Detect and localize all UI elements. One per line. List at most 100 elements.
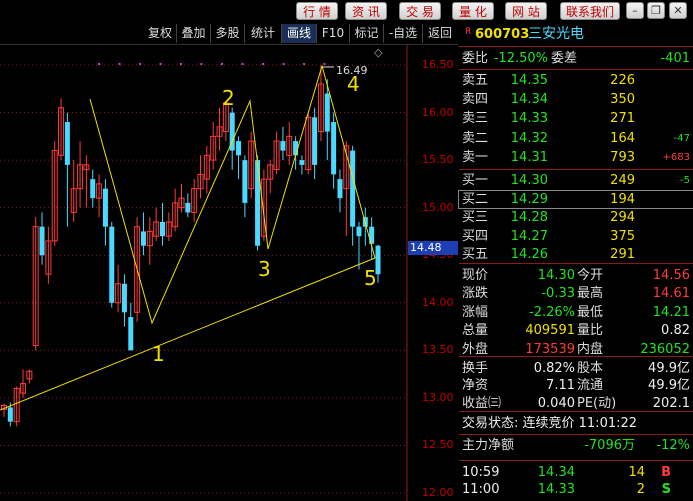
- nav-trade-button[interactable]: 交 易: [399, 2, 441, 20]
- tick-time: 10:59: [462, 465, 500, 480]
- stat-row: 涨幅 -2.26% 最低 14.21: [459, 304, 693, 321]
- toolbar-back[interactable]: 返回: [423, 24, 457, 43]
- candle-body: [324, 93, 330, 132]
- toolbar-fuquan[interactable]: 复权: [144, 24, 177, 43]
- stat-row: 现价 14.30 今开 14.56: [459, 267, 693, 284]
- buy-level-price: 14.29: [510, 191, 548, 207]
- candle-body: [109, 226, 115, 303]
- diamond-icon[interactable]: ◇: [374, 46, 382, 59]
- buy-level-volume: 249: [610, 173, 635, 188]
- current-price-label: 14.48: [408, 241, 458, 255]
- sell-level-row[interactable]: 卖二 14.32 164 -47: [459, 130, 693, 147]
- support-trendline: [0, 257, 376, 411]
- stat-label-left: 总量: [462, 323, 489, 339]
- nav-website-button[interactable]: 网 站: [505, 2, 547, 20]
- divider: [459, 460, 693, 461]
- ratio-label: 委比: [462, 51, 489, 66]
- buy-level-label: 买四: [462, 228, 489, 244]
- buy-level-row[interactable]: 买四 14.27 375: [459, 228, 693, 245]
- buy-level-label: 买五: [462, 247, 489, 263]
- tick-side: B: [661, 465, 671, 480]
- sell-level-label: 卖五: [462, 73, 489, 88]
- sell-level-row[interactable]: 卖三 14.33 271: [459, 110, 693, 127]
- tick-volume: 2: [636, 482, 645, 497]
- candle-body: [356, 226, 362, 237]
- nav-contact-button[interactable]: 联系我们: [560, 2, 620, 20]
- marker-dot: [98, 63, 100, 65]
- candle-body: [159, 221, 165, 237]
- buy-level-row[interactable]: 买二 14.29 194: [458, 189, 693, 209]
- kline-chart[interactable]: 16.5016.0015.5015.0014.5014.0013.5013.00…: [0, 44, 458, 501]
- stat-label-right: 流通: [577, 378, 604, 394]
- stat-row: 收益㈢ 0.040 PE(动) 202.1: [459, 395, 693, 412]
- price-axis-tick: 13.00: [422, 390, 454, 404]
- wave-label-1: 1: [152, 342, 165, 366]
- price-axis-tick: 15.50: [422, 153, 454, 167]
- candle-body: [299, 160, 305, 165]
- marker-dot: [241, 63, 244, 65]
- ratio-value: -12.50%: [493, 51, 548, 66]
- stat-label-left: 换手: [462, 361, 489, 376]
- buy-level-row[interactable]: 买五 14.26 291: [459, 246, 693, 263]
- tick-row: 10:59 14.34 14 B: [459, 464, 693, 481]
- sell-level-row[interactable]: 卖五 14.35 226: [459, 72, 693, 89]
- stat-row: 换手 0.82% 股本 49.9亿: [459, 360, 693, 377]
- stat-value-left: -2.26%: [529, 304, 575, 320]
- divider: [459, 69, 693, 70]
- candle-body: [90, 179, 96, 199]
- stat-value-right: 49.9亿: [648, 361, 690, 376]
- tick-time: 11:00: [462, 482, 500, 497]
- toolbar-mark[interactable]: 标记: [350, 24, 384, 43]
- price-axis-tick: 13.50: [422, 343, 454, 357]
- marker-dot: [221, 63, 223, 65]
- sell-level-volume: 271: [610, 111, 635, 127]
- sell-level-row[interactable]: 卖一 14.31 793 +683: [459, 149, 693, 166]
- candle-body: [39, 226, 45, 256]
- price-axis-tick: 16.00: [422, 105, 454, 119]
- stat-value-left: 7.11: [546, 378, 575, 394]
- stat-label-right: PE(动): [577, 395, 617, 411]
- tick-row: 11:00 14.33 2 S: [459, 481, 693, 498]
- quote-panel: R 600703 三安光电 委比 -12.50% 委差 -401 卖五 14.35…: [458, 23, 693, 501]
- buy-level-volume: 291: [610, 247, 635, 263]
- sell-level-change: -47: [673, 132, 690, 144]
- stat-value-left: 14.30: [537, 268, 575, 283]
- candle-body: [140, 231, 146, 246]
- toolbar-overlay[interactable]: 叠加: [177, 24, 211, 43]
- buy-level-label: 买二: [462, 191, 489, 207]
- toolbar-multi-stock[interactable]: 多股: [211, 24, 245, 43]
- restore-icon[interactable]: ❐: [647, 2, 665, 19]
- buy-level-row[interactable]: 买三 14.28 294: [459, 209, 693, 226]
- diff-label: 委差: [551, 51, 578, 66]
- toolbar-f10[interactable]: F10: [317, 24, 350, 43]
- price-axis-tick: 16.50: [422, 58, 454, 71]
- sell-level-row[interactable]: 卖四 14.34 350: [459, 91, 693, 108]
- divider: [459, 411, 693, 412]
- stat-value-left: 0.040: [537, 395, 575, 411]
- candle-body: [350, 150, 356, 227]
- toolbar-statistics[interactable]: 统计: [245, 24, 282, 43]
- stat-row: 总量 409591 量比 0.82: [459, 322, 693, 339]
- stat-value-right: 14.56: [652, 268, 690, 283]
- stock-flag: R: [465, 27, 472, 37]
- close-icon[interactable]: ✕: [669, 2, 687, 19]
- toolbar-draw-line[interactable]: 画线: [282, 24, 317, 43]
- nav-quotes-button[interactable]: 行 情: [296, 2, 338, 20]
- marker-dot: [139, 63, 141, 65]
- nav-news-button[interactable]: 资 讯: [345, 2, 387, 20]
- candle-body: [121, 283, 127, 313]
- buy-level-label: 买三: [462, 210, 489, 226]
- stat-label-left: 涨幅: [462, 304, 489, 320]
- stock-name: 三安光电: [528, 26, 584, 42]
- wave-label-3: 3: [258, 257, 271, 281]
- candle-body: [64, 122, 70, 165]
- buy-level-row[interactable]: 买一 14.30 249 -5: [459, 172, 693, 189]
- minimize-icon[interactable]: –: [626, 2, 644, 19]
- stat-value-right: 14.21: [652, 304, 690, 320]
- sell-level-volume: 164: [610, 130, 635, 146]
- stat-label-right: 最低: [577, 304, 604, 320]
- stat-row: 涨跌 -0.33 最高 14.61: [459, 285, 693, 302]
- toolbar-watchlist[interactable]: -自选: [384, 24, 423, 43]
- nav-quant-button[interactable]: 量 化: [452, 2, 494, 20]
- order-ratio-row: 委比 -12.50% 委差 -401: [459, 50, 693, 67]
